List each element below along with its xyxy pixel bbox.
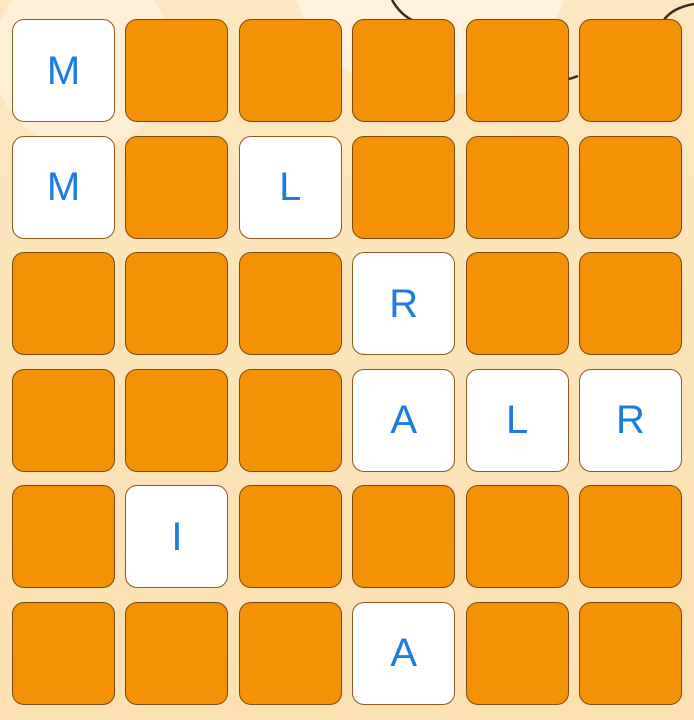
- hidden-tile[interactable]: [465, 485, 569, 589]
- hidden-tile[interactable]: [465, 252, 569, 356]
- tile-letter: M: [46, 165, 81, 210]
- hidden-tile[interactable]: [352, 19, 456, 122]
- hidden-tile[interactable]: [578, 601, 682, 705]
- revealed-tile[interactable]: L: [465, 368, 569, 472]
- hidden-tile[interactable]: [465, 19, 569, 122]
- tile-letter: R: [616, 398, 645, 443]
- hidden-tile[interactable]: [352, 135, 456, 239]
- tile-letter: L: [279, 165, 302, 210]
- hidden-tile[interactable]: [125, 601, 229, 705]
- hidden-tile[interactable]: [578, 135, 682, 239]
- revealed-tile[interactable]: L: [238, 135, 342, 239]
- hidden-tile[interactable]: [465, 601, 569, 705]
- hidden-tile[interactable]: [238, 19, 342, 122]
- hidden-tile[interactable]: [12, 601, 115, 705]
- hidden-tile[interactable]: [125, 135, 229, 239]
- hidden-tile[interactable]: [578, 485, 682, 589]
- hidden-tile[interactable]: [238, 601, 342, 705]
- revealed-tile[interactable]: M: [12, 19, 115, 122]
- revealed-tile[interactable]: R: [578, 368, 682, 472]
- hidden-tile[interactable]: [125, 19, 229, 122]
- hidden-tile[interactable]: [238, 252, 342, 356]
- hidden-tile[interactable]: [578, 19, 682, 122]
- tile-letter: A: [390, 398, 418, 443]
- hidden-tile[interactable]: [12, 252, 115, 356]
- hidden-tile[interactable]: [465, 135, 569, 239]
- revealed-tile[interactable]: R: [352, 252, 456, 356]
- hidden-tile[interactable]: [238, 368, 342, 472]
- memory-board: M M L R A L R I A: [12, 19, 682, 705]
- tile-letter: M: [46, 48, 81, 93]
- hidden-tile[interactable]: [12, 485, 115, 589]
- tile-letter: R: [389, 281, 419, 326]
- tile-letter: I: [171, 514, 183, 559]
- hidden-tile[interactable]: [125, 252, 229, 356]
- hidden-tile[interactable]: [352, 485, 456, 589]
- revealed-tile[interactable]: A: [352, 368, 456, 472]
- revealed-tile[interactable]: A: [352, 601, 456, 705]
- tile-letter: A: [390, 631, 418, 676]
- hidden-tile[interactable]: [12, 368, 115, 472]
- revealed-tile[interactable]: I: [125, 485, 229, 589]
- revealed-tile[interactable]: M: [12, 135, 115, 239]
- tile-letter: L: [505, 398, 529, 443]
- hidden-tile[interactable]: [238, 485, 342, 589]
- hidden-tile[interactable]: [578, 252, 682, 356]
- hidden-tile[interactable]: [125, 368, 229, 472]
